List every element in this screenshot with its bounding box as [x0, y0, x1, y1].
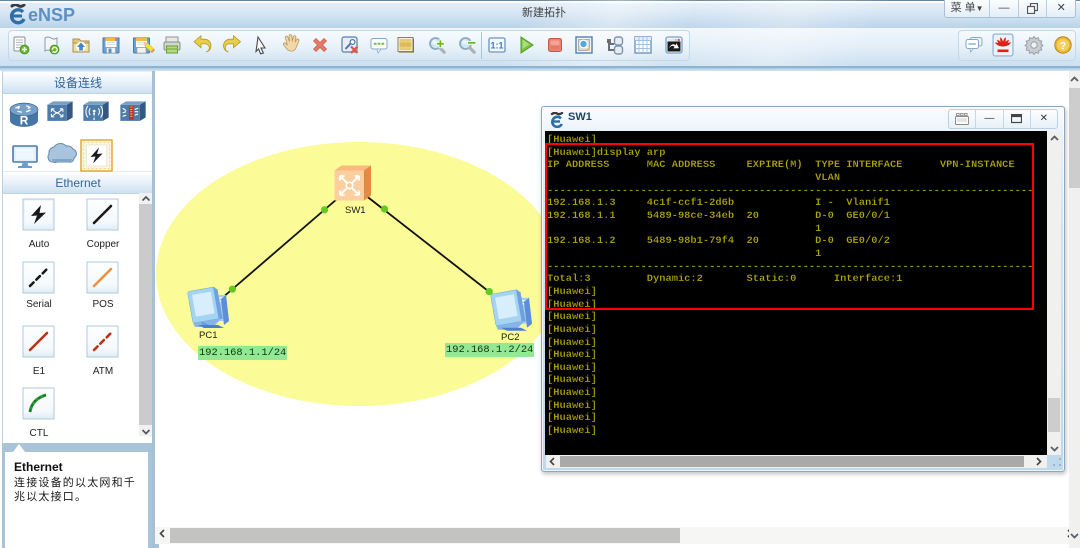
- svg-text:?: ?: [1060, 41, 1066, 52]
- svg-text:1:1: 1:1: [490, 41, 503, 51]
- svg-text:R: R: [20, 114, 29, 128]
